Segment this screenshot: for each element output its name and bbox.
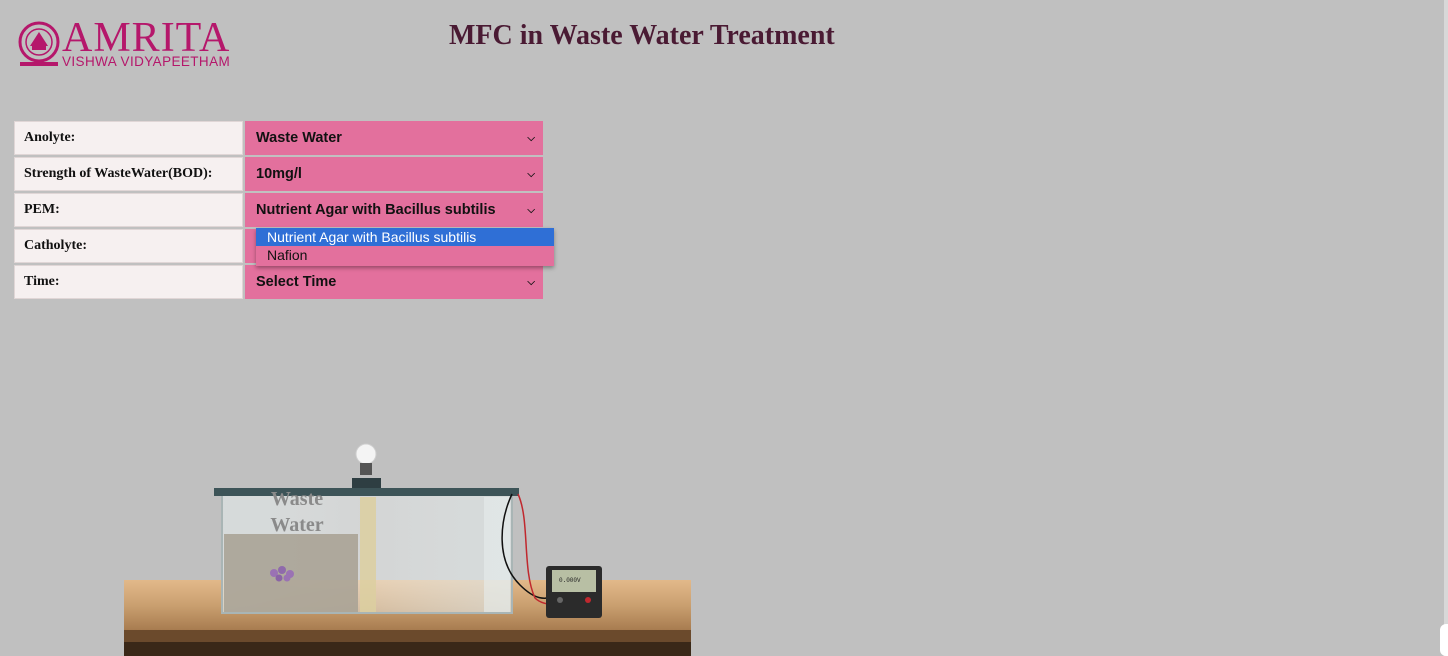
pem-option-nutrient-agar[interactable]: Nutrient Agar with Bacillus subtilis — [256, 228, 554, 246]
pem-select-value: Nutrient Agar with Bacillus subtilis — [256, 202, 496, 218]
pem-option-nafion[interactable]: Nafion — [256, 246, 554, 264]
chevron-down-icon: ⌵ — [527, 168, 535, 180]
amrita-logo: AMRITA VISHWA VIDYAPEETHAM — [18, 15, 238, 72]
anolyte-label: Anolyte: — [14, 121, 243, 155]
multimeter-reading: 0.000V — [559, 577, 581, 584]
amrita-emblem-icon — [18, 21, 60, 66]
pem-dropdown-list: Nutrient Agar with Bacillus subtilis Naf… — [256, 228, 554, 266]
page-title: MFC in Waste Water Treatment — [449, 20, 835, 51]
tank-label: Waste Water — [270, 488, 324, 536]
strength-select-value: 10mg/l — [256, 166, 302, 182]
floating-widget-icon[interactable] — [1440, 624, 1448, 656]
pem-select[interactable]: Nutrient Agar with Bacillus subtilis ⌵ — [245, 193, 543, 227]
anolyte-select-value: Waste Water — [256, 130, 342, 146]
chevron-down-icon: ⌵ — [527, 276, 535, 288]
pem-label: PEM: — [14, 193, 243, 227]
mfc-apparatus-illustration — [124, 443, 691, 656]
page-scrollbar[interactable] — [1444, 0, 1448, 656]
strength-row: Strength of WasteWater(BOD): 10mg/l ⌵ — [14, 157, 543, 191]
strength-select[interactable]: 10mg/l ⌵ — [245, 157, 543, 191]
anolyte-select[interactable]: Waste Water ⌵ — [245, 121, 543, 155]
catholyte-label: Catholyte: — [14, 229, 243, 263]
anolyte-row: Anolyte: Waste Water ⌵ — [14, 121, 543, 155]
mfc-tank — [214, 488, 519, 614]
logo-subtitle: VISHWA VIDYAPEETHAM — [62, 54, 231, 69]
light-bulb-icon — [352, 443, 381, 488]
time-select-value: Select Time — [256, 274, 337, 290]
logo-wordmark: AMRITA — [62, 15, 231, 61]
chevron-down-icon: ⌵ — [527, 132, 535, 144]
time-label: Time: — [14, 265, 243, 299]
digital-multimeter — [546, 566, 602, 618]
time-row: Time: Select Time ⌵ — [14, 265, 543, 299]
time-select[interactable]: Select Time ⌵ — [245, 265, 543, 299]
parameter-table: Anolyte: Waste Water ⌵ Strength of Waste… — [14, 121, 543, 301]
strength-label: Strength of WasteWater(BOD): — [14, 157, 243, 191]
pem-row: PEM: Nutrient Agar with Bacillus subtili… — [14, 193, 543, 227]
chevron-down-icon: ⌵ — [527, 204, 535, 216]
